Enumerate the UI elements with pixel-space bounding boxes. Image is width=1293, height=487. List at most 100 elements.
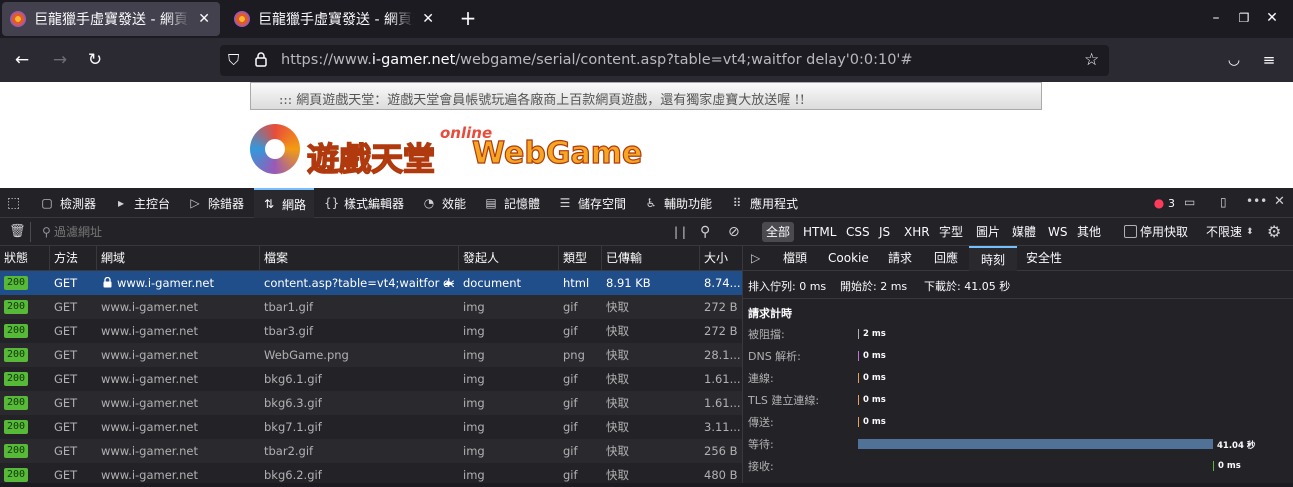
filter-html[interactable]: HTML [799, 222, 840, 242]
tab-response[interactable]: 回應 [934, 246, 958, 271]
timing-bar [858, 351, 859, 361]
column-domain[interactable]: 網域 [97, 246, 260, 271]
cell-transferred: 快取 [606, 372, 629, 386]
lock-icon[interactable] [255, 51, 267, 67]
column-initiator[interactable]: 發起人 [459, 246, 559, 271]
close-tab-icon[interactable]: ✕ [420, 11, 436, 27]
minimize-icon[interactable]: – [1206, 8, 1226, 28]
disable-cache-checkbox[interactable] [1124, 225, 1137, 238]
tab-application[interactable]: ⠿ 應用程式 [730, 188, 798, 218]
column-file[interactable]: 檔案 [260, 246, 459, 271]
close-tab-icon[interactable]: ✕ [196, 11, 212, 27]
error-count-badge[interactable]: ● 3 [1152, 188, 1175, 218]
site-logo[interactable]: 遊戲天堂 online WebGame [250, 122, 643, 180]
column-type[interactable]: 類型 [559, 246, 602, 271]
timing-value: 0 ms [863, 417, 886, 427]
pocket-icon[interactable]: ◡ [1222, 48, 1246, 72]
filter-css[interactable]: CSS [842, 222, 874, 242]
pause-icon[interactable]: | | [674, 218, 686, 246]
chevron-down-icon: ⬍ [1246, 227, 1254, 237]
table-row[interactable]: 200 GET www.i-gamer.net bkg6.1.gif img gif 快取 1… [0, 367, 742, 391]
tab-security[interactable]: 安全性 [1026, 246, 1062, 271]
table-row[interactable]: 200 GET www.i-gamer.net tbar2.gif img gif 快取 25… [0, 439, 742, 463]
tab-style-editor[interactable]: {} 樣式編輯器 [324, 188, 404, 218]
forward-icon[interactable]: → [48, 48, 72, 72]
tab-debugger[interactable]: ▷ 除錯器 [188, 188, 244, 218]
bookmark-star-icon[interactable]: ☆ [1084, 50, 1099, 70]
tab-inspector[interactable]: ▢ 檢測器 [40, 188, 96, 218]
cell-initiator: img [463, 420, 485, 434]
cell-size: 1.61... [704, 396, 741, 410]
cell-transferred: 快取 [606, 396, 629, 410]
tab-cookies[interactable]: Cookie [828, 246, 869, 271]
url-filter-input[interactable] [54, 222, 654, 242]
filter-ws[interactable]: WS [1044, 222, 1071, 242]
cell-transferred: 8.91 KB [606, 276, 651, 290]
browser-tab[interactable]: 巨龍獵手虛寶發送 - 網頁遊戲天堂 ✕ [226, 2, 444, 36]
url-bar[interactable]: ⛉ https://www.i-gamer.net/webgame/serial… [220, 45, 1109, 76]
tab-storage[interactable]: ☰ 儲存空間 [558, 188, 626, 218]
more-options-icon[interactable]: ••• [1246, 194, 1267, 208]
menu-icon[interactable]: ≡ [1257, 48, 1281, 72]
reload-icon[interactable]: ↻ [83, 48, 107, 72]
settings-gear-icon[interactable]: ⚙ [1267, 218, 1281, 246]
element-picker-icon[interactable]: ⬚ [7, 195, 20, 211]
cell-type: html [563, 276, 590, 290]
filter-fonts[interactable]: 字型 [935, 222, 967, 242]
column-transferred[interactable]: 已傳輸 [602, 246, 700, 271]
filter-xhr[interactable]: XHR [900, 222, 934, 242]
timing-value: 0 ms [863, 351, 886, 361]
tab-headers[interactable]: 檔頭 [783, 246, 807, 271]
filter-js[interactable]: JS [875, 222, 894, 242]
block-icon[interactable]: ⊘ [728, 218, 740, 246]
url-text[interactable]: https://www.i-gamer.net/webgame/serial/c… [281, 52, 913, 68]
site-favicon-icon [10, 11, 26, 27]
filter-other[interactable]: 其他 [1073, 222, 1105, 242]
tab-performance[interactable]: ◔ 效能 [422, 188, 466, 218]
cell-type: gif [563, 396, 578, 410]
trash-icon[interactable]: 🗑 [9, 218, 26, 246]
table-row[interactable]: 200 GET www.i-gamer.net bkg6.2.gif img gif 快取 4… [0, 463, 742, 487]
new-tab-icon[interactable]: + [458, 8, 478, 28]
close-window-icon[interactable]: ✕ [1262, 8, 1282, 28]
queued-time: 排入佇列: 0 ms [748, 280, 827, 293]
cell-domain: www.i-gamer.net [101, 324, 198, 338]
toggle-sidebar-icon[interactable]: ▷ [751, 246, 760, 271]
tab-console[interactable]: ▸ 主控台 [114, 188, 170, 218]
column-status[interactable]: 狀態 [0, 246, 50, 271]
status-code: 200 [4, 420, 28, 434]
marquee-banner: ::: 網頁遊戲天堂：遊戲天堂會員帳號玩遍各廠商上百款網頁遊戲，還有獨家虛寶大放… [250, 82, 1042, 110]
shield-icon[interactable]: ⛉ [228, 51, 239, 69]
search-icon[interactable]: ⚲ [700, 218, 710, 246]
filter-images[interactable]: 圖片 [972, 222, 1004, 242]
cell-method: GET [54, 420, 78, 434]
table-row[interactable]: 200 GET www.i-gamer.net bkg6.3.gif img gif 快取 1… [0, 391, 742, 415]
tab-request[interactable]: 請求 [888, 246, 912, 271]
filter-media[interactable]: 媒體 [1008, 222, 1040, 242]
filter-all[interactable]: 全部 [762, 222, 795, 242]
timing-bar [858, 373, 859, 383]
tab-network[interactable]: ⇅ 網路 [254, 188, 315, 218]
back-icon[interactable]: ← [10, 48, 34, 72]
column-size[interactable]: 大小 [700, 246, 742, 271]
close-devtools-icon[interactable]: ✕ [1274, 194, 1285, 209]
divider [30, 222, 31, 242]
cell-transferred: 快取 [606, 444, 629, 458]
logo-emblem-icon [250, 124, 300, 174]
throttling-select[interactable]: 不限速 [1206, 218, 1242, 246]
column-method[interactable]: 方法 [50, 246, 97, 271]
tab-memory[interactable]: ▤ 記憶體 [484, 188, 540, 218]
tab-timings[interactable]: 時刻 [969, 246, 1018, 271]
responsive-design-icon[interactable]: ▭ [1184, 195, 1195, 209]
dock-side-icon[interactable]: ▯ [1220, 195, 1227, 209]
table-row[interactable]: 200 GET www.i-gamer.net content.asp?table=v… [0, 271, 742, 295]
browser-tab-active[interactable]: 巨龍獵手虛寶發送 - 網頁遊戲天堂 ✕ [2, 2, 220, 36]
restore-icon[interactable]: ❐ [1234, 8, 1254, 28]
table-row[interactable]: 200 GET www.i-gamer.net tbar3.gif img gif 快取 27… [0, 319, 742, 343]
table-row[interactable]: 200 GET www.i-gamer.net WebGame.png img png 快取… [0, 343, 742, 367]
timing-label: TLS 建立連線: [748, 394, 820, 407]
table-row[interactable]: 200 GET www.i-gamer.net tbar1.gif img gif 快取 27… [0, 295, 742, 319]
tab-accessibility[interactable]: ♿ 輔助功能 [644, 188, 712, 218]
table-row[interactable]: 200 GET www.i-gamer.net bkg7.1.gif img gif 快取 3… [0, 415, 742, 439]
cell-type: gif [563, 420, 578, 434]
